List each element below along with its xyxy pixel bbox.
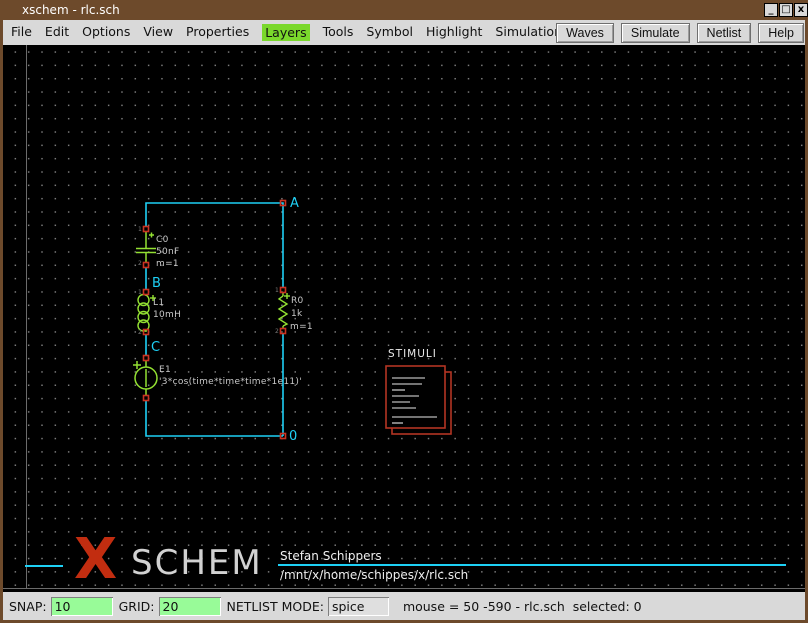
grid-input[interactable]: 20 <box>159 597 221 616</box>
menu-view[interactable]: View <box>143 24 173 41</box>
menu-layers[interactable]: Layers <box>262 24 309 41</box>
node-label-c[interactable]: C <box>151 340 160 355</box>
capacitor-value[interactable]: 50nF <box>156 247 180 257</box>
resistor-name[interactable]: R0 <box>291 296 304 306</box>
resistor-symbol[interactable] <box>279 292 290 329</box>
inductor-name[interactable]: L1 <box>153 298 164 308</box>
source-name[interactable]: E1 <box>159 365 171 375</box>
capacitor-name[interactable]: C0 <box>156 235 169 245</box>
menu-options[interactable]: Options <box>82 24 130 41</box>
cap-pin2-number: 2 <box>138 261 142 267</box>
menus: File Edit Options View Properties Layers… <box>3 24 562 41</box>
toolbar-buttons: Waves Simulate Netlist Help <box>556 23 804 43</box>
window-controls: _ □ x <box>763 3 808 18</box>
title-bar[interactable]: xschem - rlc.sch _ □ x <box>0 0 808 20</box>
stimuli-icon[interactable] <box>386 366 451 434</box>
author-text: Stefan Schippers <box>280 549 382 563</box>
file-path-text: /mnt/x/home/schippes/x/rlc.sch <box>280 568 468 582</box>
inductor-value[interactable]: 10mH <box>153 310 181 320</box>
snap-label: SNAP: <box>9 599 47 614</box>
xschem-logo-x: X <box>74 536 117 584</box>
xschem-window: xschem - rlc.sch _ □ x File Edit Options… <box>0 0 808 623</box>
schematic-drawing <box>3 45 805 592</box>
resistor-value[interactable]: 1k <box>291 309 303 319</box>
netlist-button[interactable]: Netlist <box>697 23 752 43</box>
help-button[interactable]: Help <box>758 23 804 43</box>
waves-button[interactable]: Waves <box>556 23 614 43</box>
simulate-button[interactable]: Simulate <box>621 23 690 43</box>
decor-cyan-line-right <box>278 564 786 566</box>
snap-input[interactable]: 10 <box>51 597 113 616</box>
menu-tools[interactable]: Tools <box>323 24 354 41</box>
grid-label: GRID: <box>119 599 155 614</box>
netlist-mode-input[interactable]: spice <box>328 597 389 616</box>
capacitor-symbol[interactable] <box>136 231 156 263</box>
resistor-mult[interactable]: m=1 <box>290 322 313 332</box>
menu-file[interactable]: File <box>11 24 32 41</box>
netlist-mode-label: NETLIST MODE: <box>227 599 324 614</box>
stimuli-label[interactable]: STIMULI <box>388 348 437 360</box>
schematic-canvas[interactable]: A B C 0 C0 50nF m=1 L1 10mH E1 '3*cos(ti… <box>3 45 805 592</box>
source-symbol[interactable] <box>133 360 157 396</box>
cap-pin1-number: 1 <box>138 227 142 233</box>
menu-edit[interactable]: Edit <box>45 24 69 41</box>
ind-pin2-number: 2 <box>138 330 142 336</box>
maximize-button[interactable]: □ <box>779 3 793 17</box>
window-title: xschem - rlc.sch <box>22 3 120 17</box>
node-label-gnd[interactable]: 0 <box>289 429 297 444</box>
minimize-button[interactable]: _ <box>764 3 778 17</box>
capacitor-mult[interactable]: m=1 <box>156 259 179 269</box>
menu-bar: File Edit Options View Properties Layers… <box>3 20 805 45</box>
res-pin1-number: 1 <box>275 288 279 294</box>
xschem-logo-text: SCHEM <box>131 546 263 580</box>
source-value[interactable]: '3*cos(time*time*time*1e11)' <box>159 377 302 387</box>
menu-symbol[interactable]: Symbol <box>366 24 413 41</box>
status-bar: SNAP: 10 GRID: 20 NETLIST MODE: spice mo… <box>3 592 805 620</box>
menu-simulation[interactable]: Simulation <box>495 24 562 41</box>
node-label-a[interactable]: A <box>290 196 299 211</box>
res-pin2-number: 2 <box>275 329 279 335</box>
decor-cyan-line-left <box>25 565 63 567</box>
menu-properties[interactable]: Properties <box>186 24 249 41</box>
menu-highlight[interactable]: Highlight <box>426 24 482 41</box>
mouse-status-text: mouse = 50 -590 - rlc.sch selected: 0 <box>403 599 642 614</box>
ind-pin1-number: 1 <box>138 290 142 296</box>
node-label-b[interactable]: B <box>152 276 161 291</box>
close-button[interactable]: x <box>794 3 808 17</box>
